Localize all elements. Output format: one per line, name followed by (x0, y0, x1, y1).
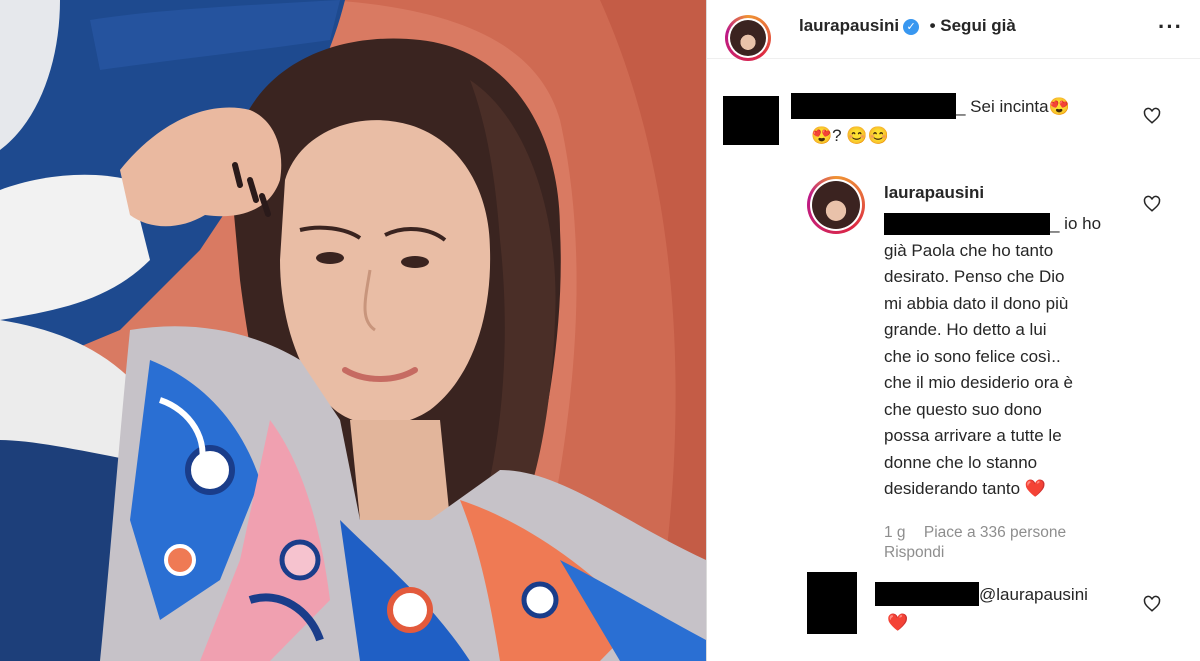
comment-1-text: _ Sei incinta😍 (956, 97, 1070, 116)
instagram-post: laurapausini ✓ • Segui già ··· _ Sei inci… (0, 0, 1200, 661)
author-avatar[interactable] (725, 15, 771, 61)
reply-text: _ io ho già Paola che ho tanto desirato.… (884, 211, 1144, 503)
follow-status-button[interactable]: • Segui già (930, 16, 1016, 35)
reply-line-7: che il mio desiderio ora è (884, 373, 1073, 392)
post-image (0, 0, 706, 661)
post-header: laurapausini ✓ • Segui già ··· (707, 0, 1200, 61)
redacted-username-2 (875, 582, 979, 606)
verified-badge-icon: ✓ (903, 18, 920, 35)
reply-author-avatar[interactable] (807, 176, 865, 234)
redacted-avatar (723, 96, 779, 145)
reply-line-1: _ io ho (1050, 214, 1102, 233)
reply-button[interactable]: Rispondi (884, 544, 944, 562)
author-username[interactable]: laurapausini (799, 16, 899, 35)
like-comment-1-icon[interactable] (1143, 107, 1161, 125)
reply-line-3: desirato. Penso che Dio (884, 267, 1065, 286)
reply-line-2: già Paola che ho tanto (884, 240, 1054, 260)
comment-1-text-cont: 😍? 😊😊 (811, 126, 889, 145)
reply-meta: 1 g Piace a 336 persone (884, 524, 1066, 542)
redacted-username (791, 93, 956, 119)
redacted-avatar-2 (807, 572, 857, 634)
reply-line-6: che io sono felice così.. (884, 346, 1061, 366)
reply-author-username[interactable]: laurapausini (884, 183, 984, 203)
comment-3-text: @laurapausini (979, 585, 1088, 604)
post-photo (0, 0, 706, 661)
reply-line-4: mi abbia dato il dono più (884, 293, 1069, 313)
reply-line-9: possa arrivare a tutte le (884, 426, 1062, 445)
like-comment-2-icon[interactable] (1143, 195, 1161, 213)
comment-3-text-cont: ❤️ (887, 613, 909, 632)
reply-likes[interactable]: Piace a 336 persone (924, 524, 1066, 541)
reply-line-5: grande. Ho detto a lui (884, 320, 1047, 339)
reply-line-11: desiderando tanto ❤️ (884, 479, 1046, 498)
reply-line-8: che questo suo dono (884, 399, 1042, 419)
comments-panel: laurapausini ✓ • Segui già ··· _ Sei inci… (706, 0, 1200, 661)
like-comment-3-icon[interactable] (1143, 595, 1161, 613)
more-options-icon[interactable]: ··· (1158, 14, 1183, 40)
reply-time: 1 g (884, 524, 906, 541)
reply-line-10: donne che lo stanno (884, 452, 1038, 472)
